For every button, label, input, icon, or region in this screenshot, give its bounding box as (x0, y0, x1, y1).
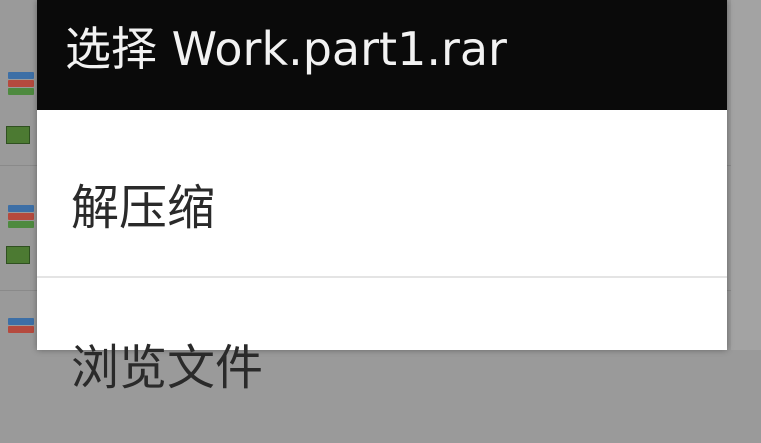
menu-item-extract[interactable]: 解压缩 (37, 112, 727, 277)
dialog-header: 选择 Work.part1.rar (37, 0, 727, 110)
context-menu-dialog: 选择 Work.part1.rar 解压缩 浏览文件 (37, 0, 727, 396)
menu-item-label: 浏览文件 (71, 340, 264, 396)
file-icon (8, 318, 34, 334)
file-icon (8, 72, 34, 96)
file-icon (8, 205, 34, 229)
archive-badge-icon (6, 126, 30, 144)
background-edge (731, 0, 761, 350)
archive-badge-icon (6, 246, 30, 264)
menu-item-browse-files[interactable]: 浏览文件 (37, 278, 727, 443)
dialog-title: 选择 Work.part1.rar (65, 22, 507, 76)
menu-item-label: 解压缩 (71, 180, 216, 236)
